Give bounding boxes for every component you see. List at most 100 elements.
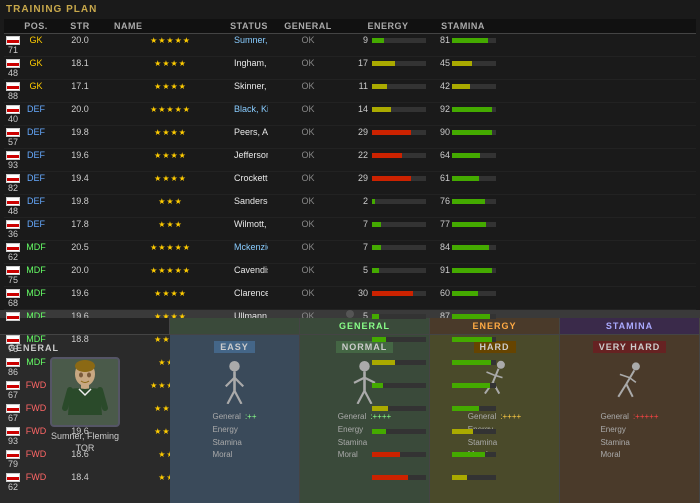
easy-moral-label: Moral bbox=[212, 449, 232, 462]
str-cell: 19.8 bbox=[50, 196, 110, 206]
mode-easy-header bbox=[170, 318, 300, 334]
energy-cell: 61 bbox=[428, 173, 498, 183]
table-row[interactable]: GK 18.1 ★★★★ Ingham, Emil OK 17 45 48 bbox=[4, 57, 696, 80]
flag-england bbox=[6, 82, 20, 91]
col-stamina: STAMINA bbox=[428, 21, 498, 31]
bar-fill bbox=[452, 268, 492, 273]
str-cell: 18.1 bbox=[50, 58, 110, 68]
name-cell: Cavendish, Gary Winston bbox=[230, 265, 268, 275]
star-full: ★ bbox=[179, 82, 186, 91]
easy-panel[interactable]: EASY General :++ bbox=[170, 335, 300, 503]
general-cell: 9 bbox=[348, 35, 428, 45]
flag-england bbox=[6, 174, 20, 183]
stamina-num: 48 bbox=[6, 68, 18, 78]
name-cell: Black, Kilian bbox=[230, 104, 268, 114]
table-row[interactable]: MDF 20.0 ★★★★★ Cavendish, Gary Winston O… bbox=[4, 264, 696, 287]
general-num: 11 bbox=[350, 81, 368, 91]
bar-fill bbox=[452, 406, 479, 411]
flag-cell bbox=[4, 473, 22, 482]
bar-bg bbox=[452, 84, 496, 89]
table-row[interactable]: DEF 19.8 ★★★★ Peers, Adrian OK 29 90 57 bbox=[4, 126, 696, 149]
table-row[interactable]: DEF 17.8 ★★★ Wilmott, Adolph OK 7 77 36 bbox=[4, 218, 696, 241]
status-cell: OK bbox=[268, 127, 348, 137]
energy-cell: 60 bbox=[428, 288, 498, 298]
bar-bg bbox=[372, 383, 426, 388]
bar-bg bbox=[452, 153, 496, 158]
bar-fill bbox=[372, 199, 375, 204]
energy-num: 76 bbox=[430, 196, 450, 206]
col-str: STR bbox=[50, 21, 110, 31]
bar-fill bbox=[452, 38, 488, 43]
flag-cell bbox=[4, 174, 22, 183]
bar-bg bbox=[452, 107, 496, 112]
flag-cell bbox=[4, 427, 22, 436]
bar-fill bbox=[452, 176, 479, 181]
stamina-cell: 71 bbox=[4, 45, 22, 55]
general-cell: 5 bbox=[348, 265, 428, 275]
flag-cell bbox=[4, 105, 22, 114]
normal-stat-general: General :++++ bbox=[338, 411, 391, 424]
bar-fill bbox=[372, 38, 384, 43]
table-row[interactable]: DEF 20.0 ★★★★★ Black, Kilian OK 14 92 40 bbox=[4, 103, 696, 126]
difficulty-panels: EASY General :++ bbox=[170, 335, 700, 503]
stamina-num: 40 bbox=[6, 114, 18, 124]
stamina-label: STAMINA bbox=[560, 318, 700, 334]
stars-cell: ★★★ bbox=[110, 197, 230, 206]
pos-cell: GK bbox=[22, 58, 50, 68]
star-full: ★ bbox=[183, 36, 190, 45]
easy-stat-stamina: Stamina bbox=[212, 437, 256, 450]
stars-cell: ★★★★ bbox=[110, 151, 230, 160]
star-full: ★ bbox=[162, 59, 169, 68]
table-row[interactable]: GK 17.1 ★★★★ Skinner, Kingsley OK 11 42 … bbox=[4, 80, 696, 103]
table-row[interactable]: DEF 19.8 ★★★ Sanderson, Lucien-Fabrice O… bbox=[4, 195, 696, 218]
bar-fill bbox=[452, 360, 491, 365]
flag-england bbox=[6, 427, 20, 436]
star-full: ★ bbox=[162, 289, 169, 298]
table-row[interactable]: MDF 19.6 ★★★★ Clarence, Rupert OK 30 60 … bbox=[4, 287, 696, 310]
pos-cell: GK bbox=[22, 35, 50, 45]
bar-fill bbox=[452, 452, 485, 457]
star-full: ★ bbox=[158, 36, 165, 45]
stamina-num: 82 bbox=[6, 183, 18, 193]
status-cell: OK bbox=[268, 173, 348, 183]
table-row[interactable]: MDF 20.5 ★★★★★ Mckenzie, Greg OK 7 84 62 bbox=[4, 241, 696, 264]
stamina-num: 75 bbox=[6, 275, 18, 285]
stars-cell: ★★★★★ bbox=[110, 243, 230, 252]
player-avatar bbox=[50, 357, 120, 427]
table-row[interactable]: DEF 19.6 ★★★★ Jefferson, Buck OK 22 64 9… bbox=[4, 149, 696, 172]
bar-fill bbox=[452, 383, 490, 388]
bar-bg bbox=[372, 222, 426, 227]
stamina-cell: 88 bbox=[4, 91, 22, 101]
name-cell: Peers, Adrian bbox=[230, 127, 268, 137]
energy-cell: 76 bbox=[428, 196, 498, 206]
star-full: ★ bbox=[162, 128, 169, 137]
general-cell: 7 bbox=[348, 242, 428, 252]
flag-cell bbox=[4, 358, 22, 367]
vhard-general-label: General bbox=[600, 411, 628, 424]
mode-general-header bbox=[0, 318, 170, 334]
flag-cell bbox=[4, 197, 22, 206]
bar-fill bbox=[372, 383, 383, 388]
bar-fill bbox=[372, 475, 408, 480]
stars-cell: ★★★ bbox=[110, 220, 230, 229]
vhard-panel[interactable]: VERY HARD General :+++++ bbox=[560, 335, 700, 503]
flag-cell bbox=[4, 266, 22, 275]
player-name-line1: Sumner, Fleming bbox=[51, 431, 119, 441]
bar-bg bbox=[372, 130, 426, 135]
easy-title: EASY bbox=[214, 341, 255, 353]
energy-num: 45 bbox=[430, 58, 450, 68]
bar-bg bbox=[372, 337, 426, 342]
normal-general-value: :++++ bbox=[370, 411, 391, 424]
flag-england bbox=[6, 151, 20, 160]
bar-bg bbox=[452, 199, 496, 204]
table-row[interactable]: GK 20.0 ★★★★★ Sumner, Fleming OK 9 81 71 bbox=[4, 34, 696, 57]
star-full: ★ bbox=[162, 151, 169, 160]
energy-num: 42 bbox=[430, 81, 450, 91]
easy-figure-svg bbox=[217, 360, 252, 404]
table-row[interactable]: DEF 19.4 ★★★★ Crockett, Conrad OK 29 61 … bbox=[4, 172, 696, 195]
bar-bg bbox=[372, 406, 426, 411]
str-cell: 20.0 bbox=[50, 265, 110, 275]
bar-bg bbox=[452, 314, 496, 319]
stamina-cell: 93 bbox=[4, 160, 22, 170]
general-cell: 17 bbox=[348, 58, 428, 68]
